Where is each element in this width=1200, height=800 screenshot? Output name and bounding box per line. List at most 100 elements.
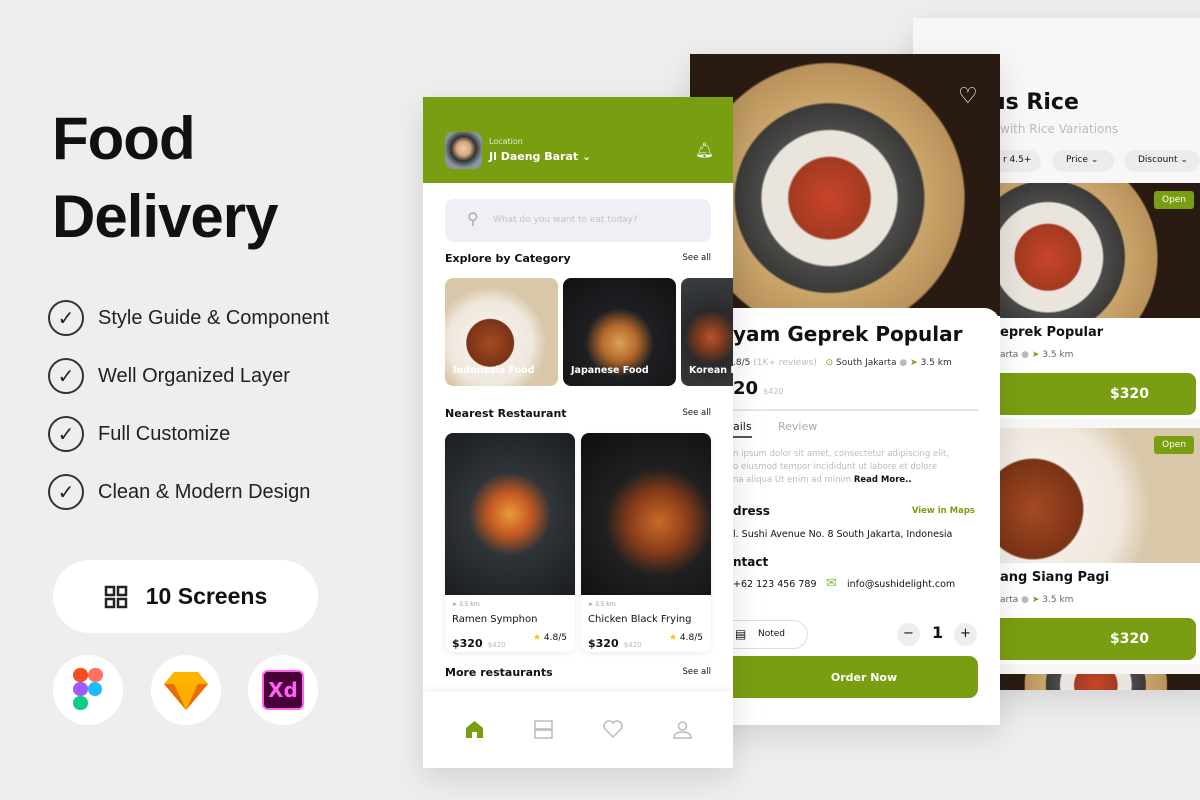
feature-item: ✓ Well Organized Layer: [48, 358, 290, 394]
restaurant-distance: 3.5 km: [1042, 595, 1074, 605]
see-all-more[interactable]: See all: [683, 667, 712, 677]
tab-details[interactable]: ails: [733, 420, 752, 438]
search-placeholder: What do you want to eat today?: [493, 215, 638, 225]
feature-item: ✓ Full Customize: [48, 416, 230, 452]
price: 20: [733, 378, 759, 399]
home-icon[interactable]: [465, 720, 484, 739]
listing-subtitle: with Rice Variations: [1000, 122, 1119, 136]
rating: 4.8/5: [543, 633, 567, 643]
tab-review[interactable]: Review: [778, 420, 817, 433]
rating: .8/5: [733, 358, 751, 368]
increase-qty-button[interactable]: +: [954, 623, 977, 646]
distance: 3.5 km: [594, 601, 616, 608]
navigation-icon: ➤: [588, 601, 594, 608]
old-price: $420: [623, 641, 642, 649]
location-label: Location: [489, 137, 523, 146]
title-line-2: Delivery: [52, 183, 278, 250]
home-header: Location Jl Daeng Barat ⌄ 🔔︎: [423, 97, 733, 183]
home-screen: Location Jl Daeng Barat ⌄ 🔔︎ ⚲ What do y…: [423, 97, 733, 768]
old-price: $420: [763, 387, 784, 396]
noted-label: Noted: [758, 629, 786, 639]
screens-label: 10 Screens: [145, 583, 268, 609]
orders-icon[interactable]: [534, 720, 553, 739]
chip-label: r 4.5+: [1003, 155, 1032, 165]
navigation-icon: ➤: [1031, 595, 1040, 605]
address: l. Sushi Avenue No. 8 South Jakarta, Ind…: [733, 529, 953, 540]
old-price: $420: [487, 641, 506, 649]
reviews-count: (1K+ reviews): [753, 358, 817, 368]
explore-heading: Explore by Category: [445, 252, 571, 265]
screens-badge: 10 Screens: [53, 560, 318, 633]
restaurant-distance: 3.5 km: [1042, 350, 1074, 360]
restaurant-location: arta: [1000, 595, 1019, 605]
xd-icon: Xd: [262, 670, 304, 710]
open-badge: Open: [1154, 191, 1195, 209]
feature-item: ✓ Clean & Modern Design: [48, 474, 310, 510]
search-input[interactable]: ⚲ What do you want to eat today?: [445, 199, 711, 242]
view-in-maps-link[interactable]: View in Maps: [912, 506, 975, 516]
figma-icon: [73, 668, 103, 710]
navigation-icon: ➤: [1031, 350, 1040, 360]
avatar[interactable]: [445, 132, 482, 169]
price-button[interactable]: $320: [973, 373, 1196, 415]
listing-title: us Rice: [990, 90, 1079, 115]
figma-logo: [53, 655, 123, 725]
location: South Jakarta: [836, 358, 897, 368]
bottom-nav: [423, 692, 733, 768]
restaurant-card[interactable]: ➤ 3.5 km Chicken Black Frying $320 $420 …: [581, 433, 711, 652]
restaurant-image: [581, 433, 711, 595]
email[interactable]: info@sushidelight.com: [847, 579, 955, 590]
check-icon: ✓: [48, 474, 84, 510]
star-icon: ★: [532, 633, 542, 643]
location-pin-icon: ⊙: [825, 358, 834, 368]
nearest-heading: Nearest Restaurant: [445, 407, 567, 420]
price: $320: [452, 637, 483, 650]
category-card[interactable]: Korean F: [681, 278, 733, 386]
distance: 3.5 km: [920, 358, 952, 368]
profile-icon[interactable]: [673, 720, 692, 739]
filter-chip-price[interactable]: Price ⌄: [1052, 150, 1114, 172]
category-card[interactable]: Indonesia Food: [445, 278, 558, 386]
note-icon: ▤: [735, 627, 747, 641]
see-all-categories[interactable]: See all: [683, 253, 712, 263]
heart-icon[interactable]: ♡: [958, 84, 978, 109]
dish-title: yam Geprek Popular: [733, 322, 963, 346]
more-heading: More restaurants: [445, 666, 553, 679]
rating: 4.8/5: [679, 633, 703, 643]
star-icon: ★: [668, 633, 678, 643]
location-selector[interactable]: Jl Daeng Barat ⌄: [489, 150, 591, 163]
see-all-nearest[interactable]: See all: [683, 408, 712, 418]
grid-icon: [104, 585, 127, 608]
check-icon: ✓: [48, 416, 84, 452]
chip-label: Price: [1066, 155, 1088, 165]
order-now-button[interactable]: Order Now: [710, 656, 978, 698]
restaurant-name: eprek Popular: [1000, 325, 1104, 340]
description-line: o eiusmod tempor incididunt ut labore et…: [733, 462, 938, 472]
filter-chip-discount[interactable]: Discount ⌄: [1124, 150, 1200, 172]
read-more-link[interactable]: Read More..: [854, 475, 912, 485]
price-button[interactable]: $320: [973, 618, 1196, 660]
category-label: Korean F: [689, 365, 733, 376]
restaurant-image: [445, 433, 575, 595]
restaurant-card[interactable]: ➤ 3.5 km Ramen Symphon $320 $420 ★ 4.8/5: [445, 433, 575, 652]
dish-image: [690, 54, 1000, 316]
title-line-1: Food: [52, 105, 196, 172]
quantity: 1: [932, 623, 944, 642]
restaurant-image: [1000, 674, 1200, 690]
detail-screen: ♡ yam Geprek Popular .8/5 (1K+ reviews) …: [690, 54, 1000, 725]
restaurant-location: arta: [1000, 350, 1019, 360]
feature-item: ✓ Style Guide & Component: [48, 300, 329, 336]
bell-icon[interactable]: 🔔︎: [695, 141, 714, 159]
check-icon: ✓: [48, 300, 84, 336]
price: $320: [588, 637, 619, 650]
description-line: na aliqua Ut enim ad minim: [733, 475, 852, 485]
decrease-qty-button[interactable]: −: [897, 623, 920, 646]
restaurant-name: Chicken Black Frying: [588, 614, 692, 625]
distance: 3.5 km: [458, 601, 480, 608]
navigation-icon: ➤: [910, 358, 918, 368]
price-label: $320: [1110, 386, 1149, 402]
open-badge: Open: [1154, 436, 1195, 454]
navigation-icon: ➤: [452, 601, 458, 608]
heart-icon[interactable]: [603, 720, 623, 739]
category-card[interactable]: Japanese Food: [563, 278, 676, 386]
